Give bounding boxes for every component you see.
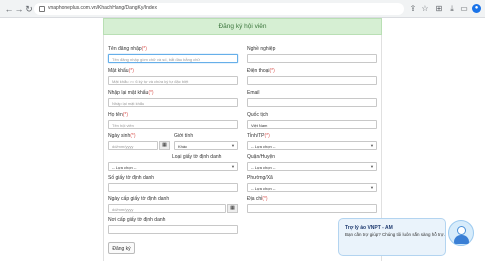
chat-widget[interactable]: Trợ lý ảo VNPT - AM Bạn cần trợ giúp? Ch…: [338, 217, 480, 257]
back-icon[interactable]: ←: [4, 4, 14, 14]
phone-label: Điện thoại(*): [247, 68, 275, 74]
chevron-down-icon: ▼: [231, 164, 235, 169]
province-select[interactable]: -- Lựa chọn -- ▼: [247, 141, 377, 150]
email-input[interactable]: [247, 98, 377, 107]
gender-select[interactable]: Khác ▼: [174, 141, 238, 150]
site-info-icon[interactable]: [39, 6, 45, 12]
password-label: Mật khẩu(*): [108, 68, 134, 74]
chevron-down-icon: ▼: [370, 185, 374, 190]
fullname-input[interactable]: Tên hội viên: [108, 120, 238, 129]
bot-body: [454, 235, 469, 244]
extensions-icon[interactable]: ⊞: [434, 4, 444, 14]
province-label: Tỉnh/TP(*): [247, 133, 270, 139]
url-text: vnaphoneplus.com.vn/KhachHang/DangKy/Ind…: [48, 5, 157, 11]
gender-label: Giới tính: [174, 133, 194, 139]
id-type-select[interactable]: -- Lựa chọn -- ▼: [108, 162, 238, 171]
address-input[interactable]: [247, 204, 377, 213]
id-date-label: Ngày cấp giấy tờ định danh: [108, 196, 170, 202]
ward-select[interactable]: -- Lựa chọn -- ▼: [247, 183, 377, 192]
repassword-label: Nhập lại mật khẩu(*): [108, 90, 154, 96]
birthday-label: Ngày sinh(*): [108, 133, 136, 139]
repassword-input[interactable]: Nhập lại mật khẩu: [108, 98, 238, 107]
profile-icon[interactable]: ●: [472, 4, 481, 13]
username-input[interactable]: Tên đăng nhập gồm chữ và số, bắt đầu bằn…: [108, 54, 238, 63]
share-icon[interactable]: ⇪: [408, 4, 418, 14]
password-input[interactable]: Mật khẩu >= 6 ký tự và chứa ký tự đặc bi…: [108, 76, 238, 85]
chevron-down-icon: ▼: [231, 143, 235, 148]
birthday-input[interactable]: dd/mm/yyyy: [108, 141, 158, 150]
country-input[interactable]: Việt Nam: [247, 120, 377, 129]
bot-head: [457, 226, 466, 235]
phone-input[interactable]: [247, 76, 377, 85]
id-date-input[interactable]: dd/mm/yyyy: [108, 204, 226, 213]
address-bar[interactable]: vnaphoneplus.com.vn/KhachHang/DangKy/Ind…: [34, 3, 404, 15]
sidebar-icon[interactable]: ▭: [459, 4, 469, 14]
reload-icon[interactable]: ↻: [24, 4, 34, 14]
country-label: Quốc tịch: [247, 112, 269, 118]
id-place-label: Nơi cấp giấy tờ định danh: [108, 217, 166, 223]
calendar-icon[interactable]: ▦: [159, 141, 170, 150]
calendar-icon[interactable]: ▦: [227, 204, 238, 213]
chat-bubble[interactable]: Trợ lý ảo VNPT - AM Bạn cần trợ giúp? Ch…: [338, 218, 446, 256]
bookmark-star-icon[interactable]: ☆: [420, 4, 430, 14]
id-type-label: Loại giấy tờ định danh: [172, 154, 222, 160]
chat-message: Bạn cần trợ giúp? Chúng tôi luôn sẵn sàn…: [345, 232, 445, 237]
address-label: Địa chỉ(*): [247, 196, 268, 202]
register-button[interactable]: Đăng ký: [108, 242, 135, 254]
id-number-input[interactable]: [108, 183, 238, 192]
id-place-input[interactable]: [108, 225, 238, 234]
username-label: Tên đăng nhập(*): [108, 46, 147, 52]
job-input[interactable]: [247, 54, 377, 63]
district-label: Quận/Huyện: [247, 154, 276, 160]
id-number-label: Số giấy tờ định danh: [108, 175, 155, 181]
fullname-label: Họ tên(*): [108, 112, 129, 118]
ward-label: Phường/Xã: [247, 175, 273, 181]
chevron-down-icon: ▼: [370, 164, 374, 169]
chat-title: Trợ lý ảo VNPT - AM: [345, 225, 393, 231]
district-select[interactable]: -- Lựa chọn -- ▼: [247, 162, 377, 171]
form-header: Đăng ký hội viên: [103, 18, 382, 35]
browser-toolbar: ← → ↻ vnaphoneplus.com.vn/KhachHang/Dang…: [0, 0, 485, 18]
chevron-down-icon: ▼: [370, 143, 374, 148]
page-title: Đăng ký hội viên: [218, 23, 267, 30]
job-label: Nghề nghiệp: [247, 46, 276, 52]
chatbot-avatar-icon[interactable]: [448, 220, 474, 246]
download-icon[interactable]: ⤓: [447, 4, 457, 14]
email-label: Email: [247, 90, 260, 96]
forward-icon[interactable]: →: [14, 4, 24, 14]
